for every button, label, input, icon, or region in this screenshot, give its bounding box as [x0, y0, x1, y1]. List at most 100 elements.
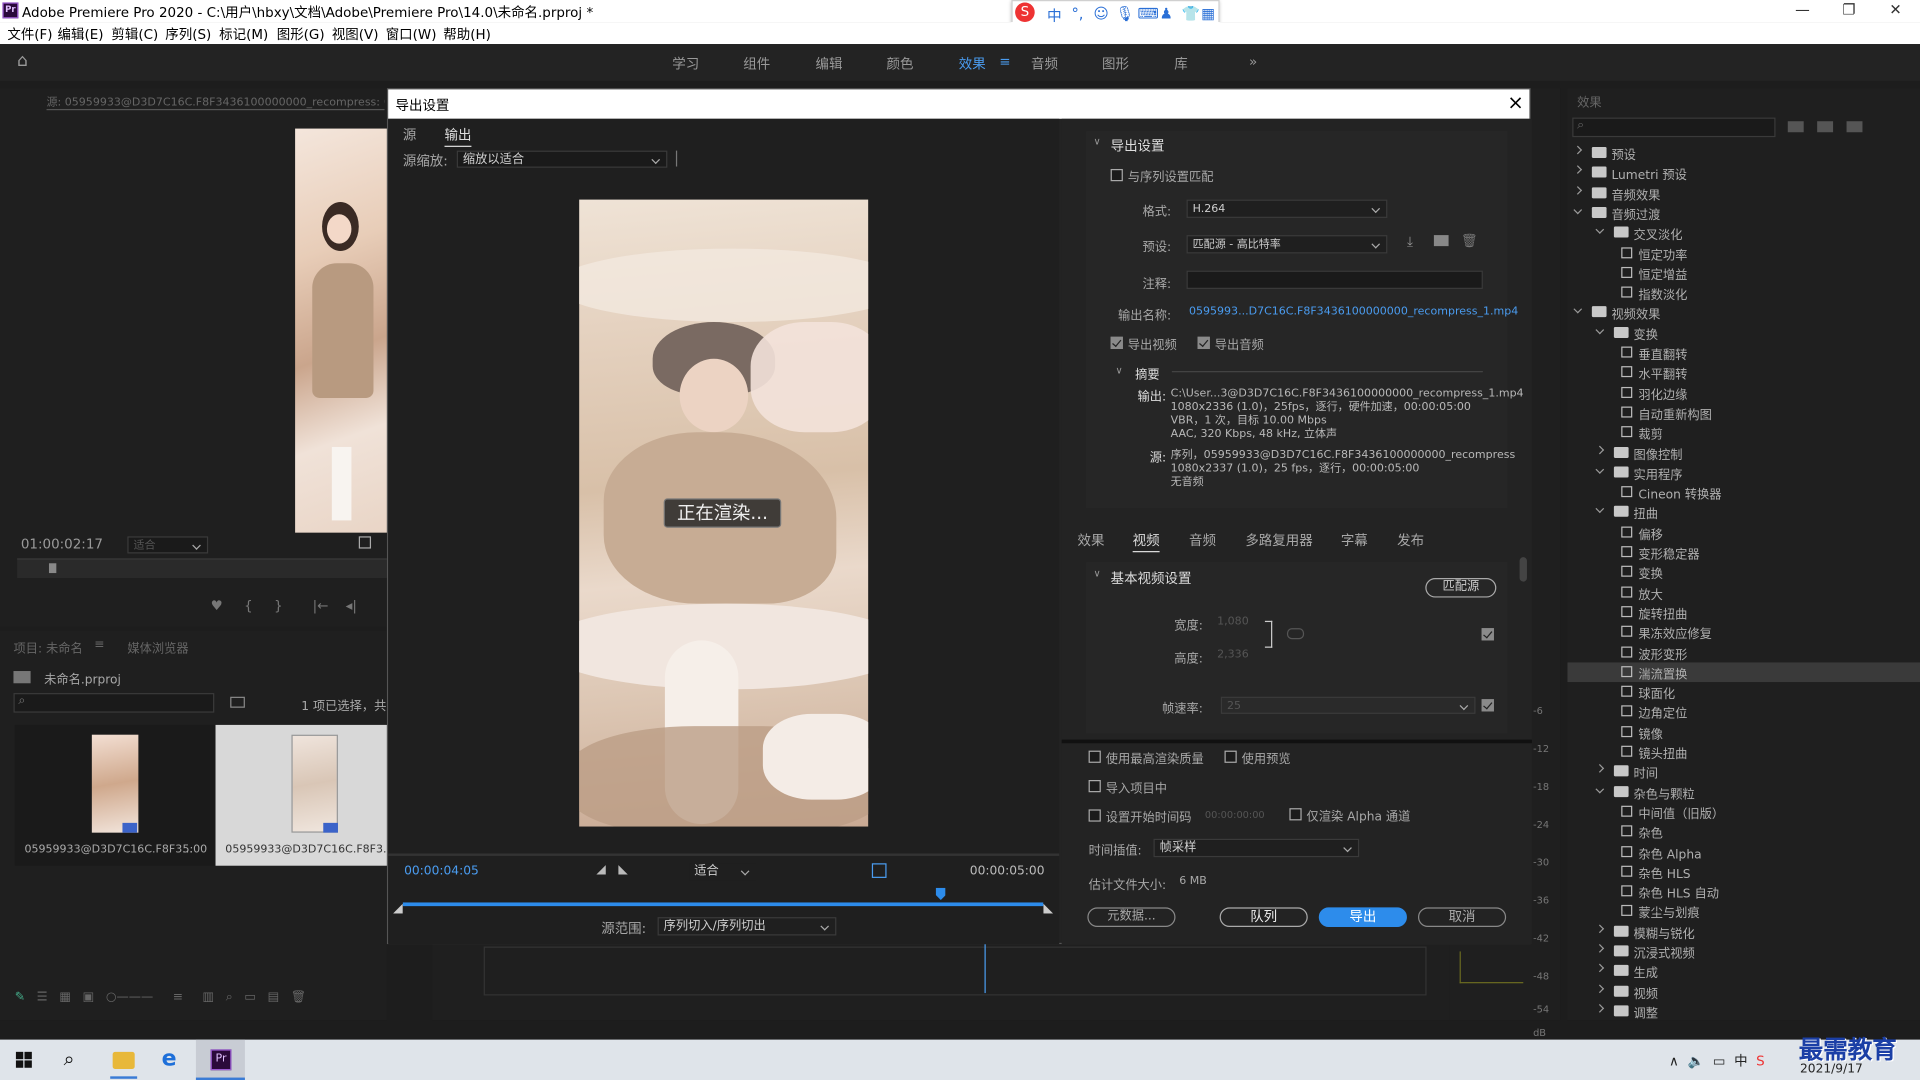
- accelerated-effects-icon[interactable]: [1787, 121, 1804, 133]
- workspace-assembly[interactable]: 组件: [743, 54, 770, 74]
- chevron-down-icon[interactable]: [1573, 305, 1583, 314]
- list-view-icon[interactable]: ☰: [37, 991, 48, 1004]
- menu-clip[interactable]: 剪辑(C): [111, 24, 158, 44]
- chevron-right-icon[interactable]: [1595, 445, 1605, 454]
- effects-folder[interactable]: 实用程序: [1567, 463, 1920, 482]
- source-timecode[interactable]: 01:00:02:17: [21, 536, 103, 552]
- project-search-input[interactable]: [13, 693, 215, 713]
- effects-item[interactable]: 杂色 HLS 自动: [1567, 882, 1920, 901]
- tab-source[interactable]: 源: [403, 125, 416, 145]
- chevron-right-icon[interactable]: [1595, 964, 1605, 973]
- effects-folder[interactable]: 视频: [1567, 982, 1920, 1001]
- sort-icon[interactable]: ≡: [173, 991, 183, 1004]
- chevron-down-icon[interactable]: [1595, 504, 1605, 514]
- collapse-icon[interactable]: ∨: [1093, 136, 1100, 147]
- effects-item[interactable]: 杂色 Alpha: [1567, 842, 1920, 861]
- effects-folder[interactable]: 音频效果: [1567, 183, 1920, 203]
- effects-item[interactable]: 杂色: [1567, 822, 1920, 841]
- export-button[interactable]: 导出: [1318, 907, 1407, 927]
- effects-search-input[interactable]: [1572, 117, 1776, 138]
- set-in-point-icon[interactable]: ◢: [596, 863, 605, 876]
- effects-item[interactable]: 杂色 HLS: [1567, 862, 1920, 881]
- find-icon[interactable]: ⌕: [226, 991, 233, 1004]
- maximize-icon[interactable]: ❐: [1825, 1, 1874, 21]
- workspace-menu-icon[interactable]: ≡: [999, 54, 1010, 70]
- chevron-right-icon[interactable]: [1573, 165, 1583, 175]
- menu-graphics[interactable]: 图形(G): [277, 24, 325, 44]
- edge-icon[interactable]: e: [162, 1046, 177, 1072]
- file-explorer-icon[interactable]: [112, 1051, 135, 1069]
- source-scale-select[interactable]: 缩放以适合: [456, 150, 668, 168]
- yuv-effects-icon[interactable]: [1846, 121, 1863, 133]
- export-video-checkbox[interactable]: [1110, 336, 1123, 349]
- project-tab-menu-icon[interactable]: ≡: [94, 638, 104, 651]
- go-to-in-icon[interactable]: |←: [313, 598, 329, 614]
- media-browser-tab[interactable]: 媒体浏览器: [127, 638, 188, 656]
- effects-folder[interactable]: 变换: [1567, 323, 1920, 342]
- effects-item[interactable]: 中间值（旧版）: [1567, 802, 1920, 822]
- settings-scrollbar[interactable]: [1519, 557, 1527, 582]
- output-name-link[interactable]: 0595993...D7C16C.F8F3436100000000_recomp…: [1189, 306, 1518, 318]
- source-fit-select[interactable]: 适合: [127, 536, 209, 554]
- effects-folder[interactable]: 视频效果: [1567, 303, 1920, 323]
- tab-video[interactable]: 视频: [1132, 530, 1160, 553]
- effects-folder[interactable]: 预设: [1567, 143, 1920, 163]
- keyboard-icon[interactable]: ⌨: [1138, 5, 1159, 22]
- workspace-libraries[interactable]: 库: [1174, 54, 1187, 74]
- current-timecode[interactable]: 00:00:04:05: [404, 864, 479, 877]
- collapse-icon[interactable]: ∨: [1093, 568, 1100, 579]
- match-source-button[interactable]: 匹配源: [1425, 577, 1497, 598]
- effects-folder[interactable]: 交叉淡化: [1567, 223, 1920, 243]
- trash-icon[interactable]: 🗑: [291, 991, 307, 1004]
- effects-item[interactable]: 恒定功率: [1567, 243, 1920, 263]
- chevron-up-icon[interactable]: ∧: [1669, 1053, 1679, 1069]
- cancel-button[interactable]: 取消: [1417, 907, 1507, 927]
- alpha-only-checkbox[interactable]: [1289, 808, 1302, 821]
- comment-input[interactable]: [1186, 270, 1483, 289]
- 32bit-effects-icon[interactable]: [1817, 121, 1834, 133]
- windows-start-icon[interactable]: [15, 1051, 32, 1068]
- chevron-right-icon[interactable]: [1595, 764, 1605, 774]
- start-timecode-value[interactable]: 00:00:00:00: [1205, 809, 1265, 820]
- chain-link-icon[interactable]: [1286, 628, 1305, 640]
- ime-tray-icon[interactable]: 中: [1734, 1053, 1747, 1069]
- height-value[interactable]: 2,336: [1217, 649, 1249, 661]
- effects-folder[interactable]: 时间: [1567, 762, 1920, 782]
- effects-panel-title[interactable]: 效果: [1577, 92, 1601, 110]
- effects-folder[interactable]: 图像控制: [1567, 443, 1920, 462]
- premiere-taskbar-item[interactable]: Pr: [195, 1039, 245, 1080]
- start-timecode-checkbox[interactable]: [1088, 809, 1101, 822]
- more-workspaces-icon[interactable]: »: [1249, 54, 1257, 70]
- metadata-button[interactable]: 元数据...: [1087, 907, 1176, 927]
- tab-audio[interactable]: 音频: [1189, 530, 1216, 550]
- preview-fit-select[interactable]: 适合: [689, 863, 756, 881]
- effects-item[interactable]: 放大: [1567, 582, 1920, 602]
- project-item-1[interactable]: 05959933@D3D7C16C.F8F3... 5:00: [14, 724, 216, 866]
- effects-item[interactable]: Cineon 转换器: [1567, 483, 1920, 502]
- effects-folder[interactable]: 生成: [1567, 962, 1920, 981]
- effects-item[interactable]: 水平翻转: [1567, 363, 1920, 382]
- frame-rate-select[interactable]: 25: [1220, 696, 1476, 714]
- width-value[interactable]: 1,080: [1217, 616, 1249, 628]
- out-point-handle[interactable]: [1043, 903, 1054, 914]
- effects-item[interactable]: 果冻效应修复: [1567, 622, 1920, 642]
- in-point-handle[interactable]: [393, 903, 403, 914]
- delete-preset-icon[interactable]: 🗑: [1461, 233, 1478, 249]
- step-back-icon[interactable]: ◂|: [346, 598, 357, 614]
- mic-icon[interactable]: 🎙: [1116, 5, 1135, 22]
- max-quality-checkbox[interactable]: [1088, 750, 1101, 763]
- sogou-icon[interactable]: S: [1015, 2, 1035, 23]
- effects-folder[interactable]: 音频过渡: [1567, 203, 1920, 223]
- import-project-checkbox[interactable]: [1088, 780, 1101, 793]
- tab-output[interactable]: 输出: [444, 125, 472, 147]
- effects-item[interactable]: 指数淡化: [1567, 283, 1920, 303]
- effects-item[interactable]: 变换: [1567, 562, 1920, 582]
- source-range-select[interactable]: 序列切入/序列切出: [657, 917, 837, 936]
- export-playhead[interactable]: [935, 887, 946, 901]
- effects-item[interactable]: 自动重新构图: [1567, 403, 1920, 422]
- sogou-tray-icon[interactable]: S: [1756, 1053, 1765, 1069]
- effects-item[interactable]: 镜头扭曲: [1567, 742, 1920, 762]
- effects-folder[interactable]: 模糊与锐化: [1567, 922, 1920, 941]
- workspace-color[interactable]: 颜色: [887, 54, 914, 74]
- format-select[interactable]: H.264: [1186, 199, 1388, 218]
